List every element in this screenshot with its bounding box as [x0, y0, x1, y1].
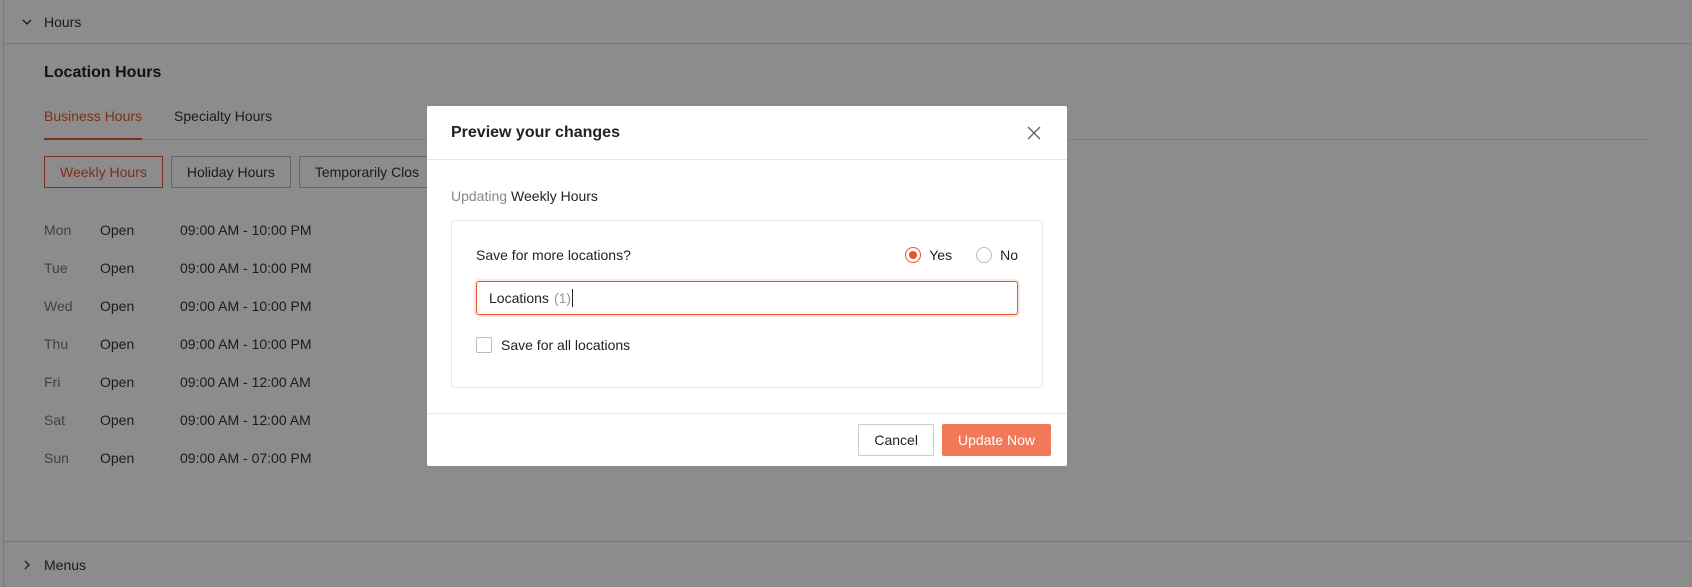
modal-title: Preview your changes — [451, 123, 620, 141]
save-more-locations-row: Save for more locations? Yes No — [476, 245, 1018, 265]
radio-selected-dot — [909, 251, 918, 259]
radio-yes-label: Yes — [929, 247, 953, 263]
save-options-card: Save for more locations? Yes No Location… — [451, 220, 1043, 388]
radio-yes[interactable]: Yes — [905, 247, 952, 263]
updating-line: Updating Weekly Hours — [451, 188, 1043, 204]
save-all-locations-option[interactable]: Save for all locations — [476, 337, 1018, 353]
save-all-locations-label: Save for all locations — [501, 337, 631, 353]
modal-footer: Cancel Update Now — [427, 413, 1067, 466]
update-now-button[interactable]: Update Now — [941, 424, 1051, 456]
updating-prefix: Updating — [451, 188, 508, 204]
radio-no[interactable]: No — [976, 247, 1018, 263]
cancel-button[interactable]: Cancel — [858, 424, 934, 456]
locations-select-input[interactable]: Locations (1) — [476, 281, 1018, 315]
preview-changes-modal: Preview your changes Updating Weekly Hour… — [427, 106, 1067, 466]
updating-target: Weekly Hours — [511, 188, 598, 204]
locations-count: (1) — [553, 290, 572, 306]
radio-yes-circle[interactable] — [905, 247, 922, 263]
radio-no-label: No — [1000, 247, 1018, 263]
radio-no-circle[interactable] — [976, 247, 993, 263]
modal-header: Preview your changes — [427, 106, 1067, 160]
save-all-locations-checkbox[interactable] — [476, 337, 492, 353]
save-more-locations-question: Save for more locations? — [476, 247, 631, 263]
locations-input-value: Locations — [489, 290, 549, 306]
close-icon[interactable] — [1025, 124, 1043, 142]
modal-body: Updating Weekly Hours Save for more locat… — [427, 160, 1067, 388]
text-caret — [572, 289, 574, 307]
